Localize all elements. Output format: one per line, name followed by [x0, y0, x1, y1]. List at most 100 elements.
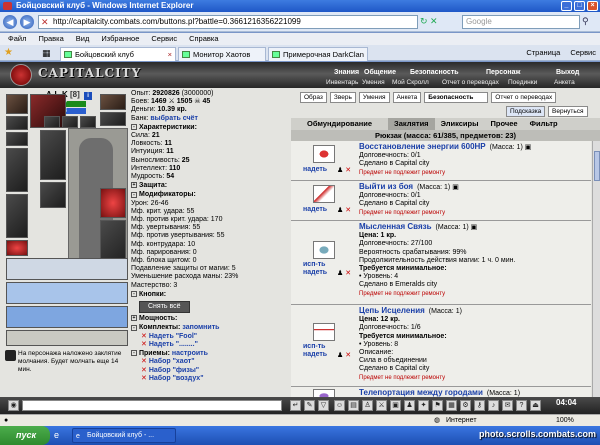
remove-all-button[interactable]: Снять всё — [139, 301, 190, 314]
item-info-icon[interactable]: ▣ — [471, 224, 478, 231]
nav-exit[interactable]: Выход — [556, 69, 579, 76]
collapse-icon[interactable]: - — [131, 123, 137, 130]
item-info-icon[interactable]: ▣ — [525, 144, 532, 151]
wear-set-link[interactable]: Надеть "........" — [149, 341, 198, 348]
close-icon[interactable]: × — [587, 1, 598, 11]
drop-icon[interactable]: ♟ — [337, 270, 343, 277]
tab-darkclan[interactable]: Примерочная DarkClan — [268, 47, 368, 61]
favorites-star-icon[interactable]: ★ — [4, 47, 13, 58]
tab-other[interactable]: Прочее — [485, 118, 524, 130]
configure-link[interactable]: настроить — [172, 350, 208, 357]
drop-icon[interactable]: ♟ — [337, 207, 343, 214]
chat-input[interactable] — [22, 400, 282, 411]
tab-close-icon[interactable]: × — [168, 48, 172, 61]
use-wear-link[interactable]: исп-ть надеть — [303, 343, 337, 359]
choose-account-link[interactable]: выбрать счёт — [150, 115, 198, 122]
collapse-icon[interactable]: - — [131, 191, 137, 198]
nav-inventory[interactable]: Инвентарь — [326, 79, 358, 86]
wear-link[interactable]: надеть — [303, 166, 327, 173]
filter-icon[interactable]: ▽ — [318, 400, 329, 411]
modifiers-head[interactable]: - Модификаторы: — [131, 191, 299, 199]
delete-icon[interactable]: ✕ — [345, 352, 351, 359]
menu-tools[interactable]: Сервис — [151, 33, 177, 45]
forward-arrow-icon[interactable]: ▶ — [20, 15, 34, 29]
friends-icon[interactable]: ♟ — [404, 400, 415, 411]
minimize-icon[interactable]: _ — [561, 1, 572, 11]
tab-spells[interactable]: Заклятия — [388, 118, 435, 130]
back-arrow-icon[interactable]: ◀ — [3, 15, 17, 29]
drop-icon[interactable]: ♟ — [337, 352, 343, 359]
delete-icon[interactable]: ✕ — [141, 358, 147, 365]
technique-set-link[interactable]: Набор "воздух" — [149, 375, 204, 382]
ring-slot-icon[interactable] — [62, 116, 78, 128]
nav-fights[interactable]: Поединки — [508, 79, 537, 86]
weapon-slot-icon[interactable] — [6, 148, 28, 192]
technique-set-link[interactable]: Набор "физы" — [149, 367, 199, 374]
wear-link[interactable]: надеть — [303, 206, 327, 213]
profile-button[interactable]: Анкета — [392, 92, 422, 103]
gloves-slot-icon[interactable] — [100, 94, 126, 110]
tab-elixirs[interactable]: Эликсиры — [435, 118, 485, 130]
ring-slot-icon[interactable] — [80, 116, 96, 128]
pet-button[interactable]: Зверь — [329, 92, 356, 103]
tab-filter[interactable]: Фильтр — [524, 118, 564, 130]
zoom-level[interactable]: 100% — [556, 415, 574, 426]
nav-character[interactable]: Персонаж — [486, 69, 520, 76]
bag-icon[interactable]: ▣ — [390, 400, 401, 411]
hint-button[interactable]: Подсказка — [506, 106, 546, 117]
nav-skills[interactable]: Умения — [362, 79, 385, 86]
delete-icon[interactable]: ✕ — [141, 333, 147, 340]
item-name[interactable]: Восстановление энергии 600HP — [359, 142, 486, 151]
helmet-slot-icon[interactable] — [6, 94, 28, 114]
earrings-slot-icon[interactable] — [6, 116, 28, 130]
amulet-slot-icon[interactable] — [6, 132, 28, 146]
bracers-slot-icon[interactable] — [100, 112, 126, 126]
transfers-report-button[interactable]: Отчет о переводах — [491, 92, 557, 103]
nav-transfers[interactable]: Отчет о переводах — [442, 79, 499, 86]
menu-view[interactable]: Вид — [76, 33, 90, 45]
delete-icon[interactable]: ✕ — [141, 375, 147, 382]
taskbar-item-browser[interactable]: e Бойцовский клуб - ... — [72, 428, 176, 443]
remember-set-link[interactable]: запомнить — [182, 324, 219, 331]
drop-icon[interactable]: ♟ — [337, 167, 343, 174]
item-name[interactable]: Мысленная Связь — [359, 222, 432, 231]
magic-icon[interactable]: ✦ — [418, 400, 429, 411]
expand-icon[interactable]: + — [131, 182, 137, 189]
mail-icon[interactable]: ✉ — [502, 400, 513, 411]
page-menu-button[interactable]: Страница — [526, 47, 560, 59]
info-icon[interactable]: i — [84, 92, 93, 100]
menu-help[interactable]: Справка — [189, 33, 218, 45]
character-icon[interactable]: ♙ — [362, 400, 373, 411]
nav-profile[interactable]: Анкета — [554, 79, 575, 86]
gem-slot-icon[interactable] — [100, 188, 126, 218]
expand-icon[interactable]: + — [131, 315, 137, 322]
refresh-icon[interactable]: ↻ ✕ — [420, 16, 438, 27]
menu-favorites[interactable]: Избранное — [101, 33, 139, 45]
belt-slot-icon[interactable] — [6, 240, 28, 256]
tab-chaos-monitor[interactable]: Монитор Хаотов — [178, 47, 266, 61]
armor-slot-icon[interactable] — [6, 194, 28, 238]
nav-security[interactable]: Безопасность — [410, 69, 459, 76]
shield-slot-icon[interactable] — [40, 130, 66, 180]
start-button[interactable]: пуск — [0, 426, 50, 445]
tab-equipment[interactable]: Обмундирование — [291, 118, 388, 130]
battle-icon[interactable]: ⚑ — [432, 400, 443, 411]
quick-tabs-icon[interactable]: ▦ — [42, 48, 51, 59]
scroll-thumb[interactable] — [594, 151, 600, 181]
chat-mode-icon[interactable]: ◉ — [8, 400, 19, 411]
power-head[interactable]: + Мощность: — [131, 315, 299, 323]
return-button[interactable]: Вернуться — [548, 106, 588, 117]
smiles-icon[interactable]: ☺ — [334, 400, 345, 411]
item-list-scrollbar[interactable] — [592, 141, 600, 397]
menu-edit[interactable]: Правка — [38, 33, 63, 45]
url-input[interactable]: ✕ http://capitalcity.combats.com/buttons… — [38, 15, 418, 29]
tab-combats[interactable]: Бойцовский клуб × — [60, 47, 176, 61]
maximize-icon[interactable]: □ — [574, 1, 585, 11]
scroll-slots-row[interactable] — [6, 306, 128, 328]
magic-slots-row[interactable] — [6, 282, 128, 304]
lock-icon[interactable]: ⚷ — [474, 400, 485, 411]
item-info-icon[interactable]: ▣ — [452, 184, 459, 191]
collapse-icon[interactable]: - — [131, 324, 137, 331]
item-name[interactable]: Телепортация между городами — [359, 388, 483, 397]
ring-slot-icon[interactable] — [44, 116, 60, 128]
